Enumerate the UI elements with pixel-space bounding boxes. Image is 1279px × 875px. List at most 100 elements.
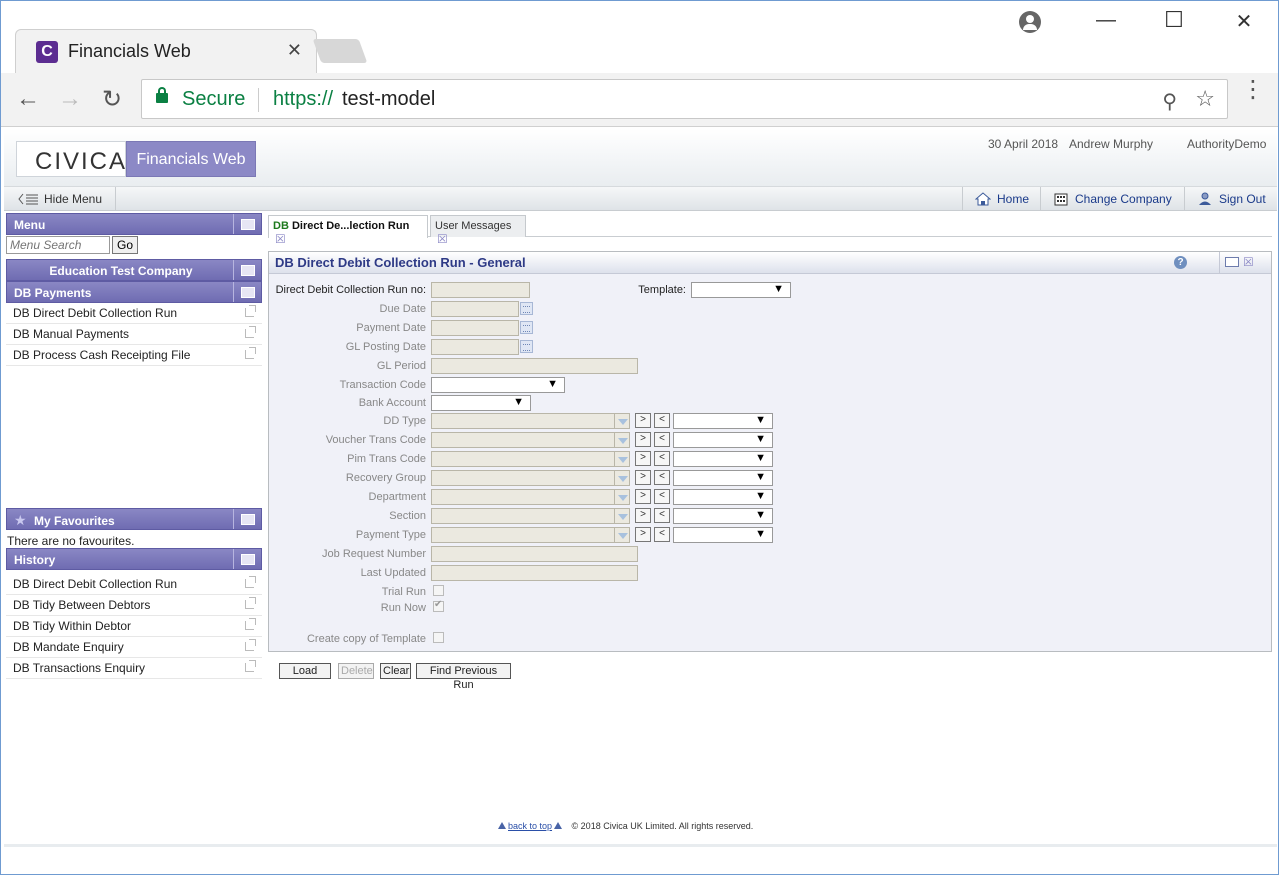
calendar-icon[interactable] — [520, 302, 533, 315]
menu-search-input[interactable] — [6, 236, 110, 254]
dd-type-select[interactable] — [673, 413, 773, 429]
panel-window-icon[interactable] — [1225, 257, 1239, 267]
move-left-button[interactable]: < — [654, 508, 670, 523]
open-external-icon[interactable] — [245, 576, 256, 588]
run-now-checkbox[interactable] — [433, 599, 444, 612]
sign-out-button[interactable]: Sign Out — [1184, 187, 1276, 211]
calendar-icon[interactable] — [520, 321, 533, 334]
forward-arrow-icon[interactable]: → — [55, 85, 85, 113]
history-item[interactable]: DB Direct Debit Collection Run — [6, 574, 262, 595]
back-arrow-icon[interactable]: ← — [13, 85, 43, 113]
open-external-icon[interactable] — [245, 597, 256, 609]
back-to-top-link[interactable]: back to top — [508, 821, 552, 831]
voucher-trans-code-input[interactable] — [431, 432, 615, 448]
open-external-icon[interactable] — [245, 326, 256, 338]
move-left-button[interactable]: < — [654, 451, 670, 466]
move-left-button[interactable]: < — [654, 432, 670, 447]
reload-icon[interactable]: ↻ — [97, 85, 127, 114]
history-header-button[interactable] — [233, 549, 261, 569]
zoom-icon[interactable]: ⚲ — [1162, 89, 1177, 114]
tab-close-icon[interactable]: ✕ — [287, 40, 302, 61]
template-select[interactable] — [691, 282, 791, 298]
section-input[interactable] — [431, 508, 615, 524]
history-item[interactable]: DB Mandate Enquiry — [6, 637, 262, 658]
history-item[interactable]: DB Tidy Between Debtors — [6, 595, 262, 616]
profile-icon[interactable] — [1019, 11, 1041, 33]
recovery-group-input[interactable] — [431, 470, 615, 486]
gl-posting-date-input[interactable] — [431, 339, 519, 355]
minimize-icon[interactable]: — — [1091, 9, 1121, 32]
last-updated-input[interactable] — [431, 565, 638, 581]
voucher-trans-code-dropdown-icon[interactable] — [614, 432, 630, 448]
history-item[interactable]: DB Tidy Within Debtor — [6, 616, 262, 637]
calendar-icon[interactable] — [520, 340, 533, 353]
recovery-group-dropdown-icon[interactable] — [614, 470, 630, 486]
move-left-button[interactable]: < — [654, 470, 670, 485]
move-right-button[interactable]: > — [635, 451, 651, 466]
move-right-button[interactable]: > — [635, 470, 651, 485]
tab-close-icon[interactable]: ☒ — [275, 232, 286, 246]
menu-item[interactable]: DB Process Cash Receipting File — [6, 345, 262, 366]
panel-close-icon[interactable]: ☒ — [1243, 255, 1254, 269]
favourites-header-button[interactable] — [233, 509, 261, 529]
section-dropdown-icon[interactable] — [614, 508, 630, 524]
new-tab-button[interactable] — [312, 39, 368, 63]
payment-date-input[interactable] — [431, 320, 519, 336]
bank-account-select[interactable] — [431, 395, 531, 411]
find-previous-run-button[interactable]: Find Previous Run — [416, 663, 511, 691]
menu-header-button[interactable] — [233, 214, 261, 234]
dd-type-input[interactable] — [431, 413, 615, 429]
menu-search-go-button[interactable]: Go — [112, 236, 138, 254]
help-icon[interactable]: ? — [1174, 256, 1187, 269]
browser-tab[interactable]: C Financials Web ✕ — [15, 29, 317, 73]
window-close-icon[interactable]: ✕ — [1229, 9, 1259, 34]
change-company-button[interactable]: Change Company — [1040, 187, 1182, 211]
open-external-icon[interactable] — [245, 660, 256, 672]
menu-item[interactable]: DB Manual Payments — [6, 324, 262, 345]
home-button[interactable]: Home — [962, 187, 1039, 211]
delete-button[interactable]: Delete — [338, 663, 374, 679]
create-copy-checkbox[interactable] — [433, 632, 444, 643]
bookmark-star-icon[interactable]: ☆ — [1195, 86, 1215, 112]
browser-menu-icon[interactable]: ⋮ — [1241, 78, 1265, 102]
db-payments-header-button[interactable] — [233, 282, 261, 302]
maximize-icon[interactable]: ☐ — [1159, 7, 1189, 33]
department-select[interactable] — [673, 489, 773, 505]
clear-button[interactable]: Clear — [380, 663, 411, 679]
payment-type-input[interactable] — [431, 527, 615, 543]
open-external-icon[interactable] — [245, 618, 256, 630]
due-date-input[interactable] — [431, 301, 519, 317]
section-select[interactable] — [673, 508, 773, 524]
payment-type-dropdown-icon[interactable] — [614, 527, 630, 543]
gl-period-input[interactable] — [431, 358, 638, 374]
open-external-icon[interactable] — [245, 305, 256, 317]
move-left-button[interactable]: < — [654, 489, 670, 504]
tab-close-icon[interactable]: ☒ — [437, 232, 448, 246]
pim-trans-code-input[interactable] — [431, 451, 615, 467]
menu-item[interactable]: DB Direct Debit Collection Run — [6, 303, 262, 324]
run-no-input[interactable] — [431, 282, 530, 298]
department-input[interactable] — [431, 489, 615, 505]
job-request-number-input[interactable] — [431, 546, 638, 562]
tab-user-messages[interactable]: User Messages ☒ — [430, 215, 526, 246]
trial-run-checkbox[interactable] — [433, 585, 444, 596]
company-header-button[interactable] — [233, 260, 261, 280]
department-dropdown-icon[interactable] — [614, 489, 630, 505]
move-right-button[interactable]: > — [635, 508, 651, 523]
move-right-button[interactable]: > — [635, 432, 651, 447]
move-right-button[interactable]: > — [635, 489, 651, 504]
pim-trans-code-dropdown-icon[interactable] — [614, 451, 630, 467]
hide-menu-button[interactable]: Hide Menu — [4, 187, 116, 211]
transaction-code-select[interactable] — [431, 377, 565, 393]
tab-direct-debit-collection-run[interactable]: DB Direct De...lection Run ☒ — [268, 215, 428, 246]
move-left-button[interactable]: < — [654, 527, 670, 542]
move-left-button[interactable]: < — [654, 413, 670, 428]
dd-type-dropdown-icon[interactable] — [614, 413, 630, 429]
recovery-group-select[interactable] — [673, 470, 773, 486]
open-external-icon[interactable] — [245, 639, 256, 651]
load-button[interactable]: Load — [279, 663, 331, 679]
voucher-trans-code-select[interactable] — [673, 432, 773, 448]
history-item[interactable]: DB Transactions Enquiry — [6, 658, 262, 679]
address-bar[interactable]: Secure https:// test-model ⚲ ☆ — [141, 79, 1228, 119]
move-right-button[interactable]: > — [635, 527, 651, 542]
